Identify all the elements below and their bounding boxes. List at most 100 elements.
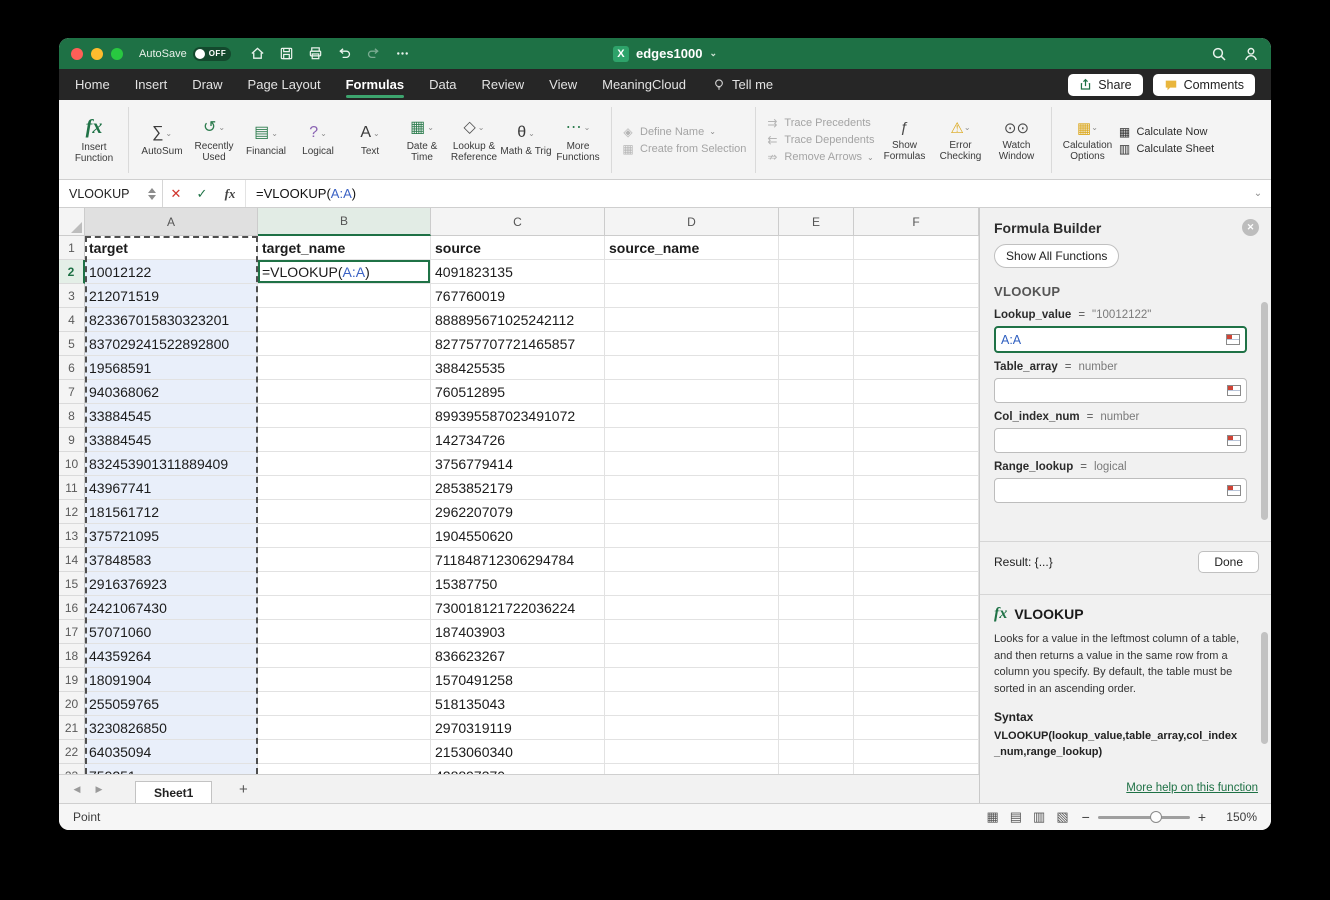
- cell-F2[interactable]: [854, 260, 979, 284]
- row-header-21[interactable]: 21: [59, 716, 85, 740]
- cell-F18[interactable]: [854, 644, 979, 668]
- tell-me-button[interactable]: Tell me: [712, 77, 773, 92]
- function-wizard-icon[interactable]: fx: [215, 180, 246, 207]
- cancel-entry-button[interactable]: ✕: [163, 180, 189, 207]
- cell-B19[interactable]: [258, 668, 431, 692]
- share-button[interactable]: Share: [1068, 74, 1142, 96]
- row-header-10[interactable]: 10: [59, 452, 85, 476]
- autosum-button[interactable]: ∑⌄AutoSum: [136, 103, 188, 177]
- row-header-11[interactable]: 11: [59, 476, 85, 500]
- row-header-4[interactable]: 4: [59, 308, 85, 332]
- cell-C15[interactable]: 15387750: [431, 572, 605, 596]
- cell-D12[interactable]: [605, 500, 779, 524]
- zoom-slider[interactable]: [1098, 816, 1190, 819]
- row-header-15[interactable]: 15: [59, 572, 85, 596]
- tab-draw[interactable]: Draw: [192, 69, 222, 100]
- show-all-functions-button[interactable]: Show All Functions: [994, 244, 1119, 268]
- create-from-selection-button[interactable]: ▦Create from Selection: [621, 142, 746, 156]
- cell-B6[interactable]: [258, 356, 431, 380]
- cell-B16[interactable]: [258, 596, 431, 620]
- cell-E17[interactable]: [779, 620, 854, 644]
- tab-insert[interactable]: Insert: [135, 69, 168, 100]
- panel-scrollbar-upper[interactable]: [1261, 302, 1268, 520]
- cell-E15[interactable]: [779, 572, 854, 596]
- cell-E19[interactable]: [779, 668, 854, 692]
- cell-B7[interactable]: [258, 380, 431, 404]
- cell-D5[interactable]: [605, 332, 779, 356]
- logical-button[interactable]: ?⌄Logical: [292, 103, 344, 177]
- row-header-13[interactable]: 13: [59, 524, 85, 548]
- recently-used-button[interactable]: ↺⌄Recently Used: [188, 103, 240, 177]
- cell-B21[interactable]: [258, 716, 431, 740]
- cell-B15[interactable]: [258, 572, 431, 596]
- cell-A12[interactable]: 181561712: [85, 500, 258, 524]
- cell-A19[interactable]: 18091904: [85, 668, 258, 692]
- cell-B12[interactable]: [258, 500, 431, 524]
- cell-B17[interactable]: [258, 620, 431, 644]
- define-name-button[interactable]: ◈Define Name⌄: [621, 125, 746, 139]
- row-header-23[interactable]: 23: [59, 764, 85, 774]
- cell-F4[interactable]: [854, 308, 979, 332]
- cell-D18[interactable]: [605, 644, 779, 668]
- cell-E10[interactable]: [779, 452, 854, 476]
- cell-C17[interactable]: 187403903: [431, 620, 605, 644]
- cell-E8[interactable]: [779, 404, 854, 428]
- cell-A10[interactable]: 832453901311889409: [85, 452, 258, 476]
- cell-F5[interactable]: [854, 332, 979, 356]
- cell-D16[interactable]: [605, 596, 779, 620]
- cell-B9[interactable]: [258, 428, 431, 452]
- cell-F12[interactable]: [854, 500, 979, 524]
- cell-D3[interactable]: [605, 284, 779, 308]
- cell-E1[interactable]: [779, 236, 854, 260]
- cell-A17[interactable]: 57071060: [85, 620, 258, 644]
- row-header-16[interactable]: 16: [59, 596, 85, 620]
- tab-formulas[interactable]: Formulas: [346, 69, 405, 100]
- text-button[interactable]: A⌄Text: [344, 103, 396, 177]
- row-header-6[interactable]: 6: [59, 356, 85, 380]
- cell-E21[interactable]: [779, 716, 854, 740]
- cell-D17[interactable]: [605, 620, 779, 644]
- cell-D21[interactable]: [605, 716, 779, 740]
- cell-E22[interactable]: [779, 740, 854, 764]
- cell-B14[interactable]: [258, 548, 431, 572]
- row-header-2[interactable]: 2: [59, 260, 85, 284]
- cell-F21[interactable]: [854, 716, 979, 740]
- cell-C4[interactable]: 888895671025242112: [431, 308, 605, 332]
- show-formulas-button[interactable]: ƒShow Formulas: [876, 103, 932, 177]
- cell-A18[interactable]: 44359264: [85, 644, 258, 668]
- cell-F7[interactable]: [854, 380, 979, 404]
- redo-icon[interactable]: [365, 46, 381, 62]
- row-header-17[interactable]: 17: [59, 620, 85, 644]
- panel-scrollbar-lower[interactable]: [1261, 632, 1268, 744]
- cell-E20[interactable]: [779, 692, 854, 716]
- minimize-window-button[interactable]: [91, 48, 103, 60]
- formula-input[interactable]: =VLOOKUP(A:A): [246, 186, 1245, 201]
- name-box[interactable]: VLOOKUP: [59, 180, 163, 207]
- cell-F9[interactable]: [854, 428, 979, 452]
- zoom-in-button[interactable]: +: [1198, 809, 1206, 825]
- cell-C13[interactable]: 1904550620: [431, 524, 605, 548]
- row-header-20[interactable]: 20: [59, 692, 85, 716]
- cell-B22[interactable]: [258, 740, 431, 764]
- cell-D9[interactable]: [605, 428, 779, 452]
- remove-arrows-button[interactable]: ⇏Remove Arrows⌄: [765, 150, 874, 164]
- cell-B23[interactable]: [258, 764, 431, 774]
- math-trig-button[interactable]: θ⌄Math & Trig: [500, 103, 552, 177]
- cell-E3[interactable]: [779, 284, 854, 308]
- zoom-slider-thumb[interactable]: [1150, 811, 1162, 823]
- grid-view-icon[interactable]: ▧: [1056, 809, 1068, 825]
- cell-B1[interactable]: target_name: [258, 236, 431, 260]
- date-time-button[interactable]: ▦⌄Date & Time: [396, 103, 448, 177]
- cell-D20[interactable]: [605, 692, 779, 716]
- cell-A2[interactable]: 10012122: [85, 260, 258, 284]
- cell-F10[interactable]: [854, 452, 979, 476]
- cell-E9[interactable]: [779, 428, 854, 452]
- row-header-7[interactable]: 7: [59, 380, 85, 404]
- cell-B5[interactable]: [258, 332, 431, 356]
- row-header-18[interactable]: 18: [59, 644, 85, 668]
- cell-D2[interactable]: [605, 260, 779, 284]
- cell-A8[interactable]: 33884545: [85, 404, 258, 428]
- zoom-window-button[interactable]: [111, 48, 123, 60]
- cell-C19[interactable]: 1570491258: [431, 668, 605, 692]
- cell-D7[interactable]: [605, 380, 779, 404]
